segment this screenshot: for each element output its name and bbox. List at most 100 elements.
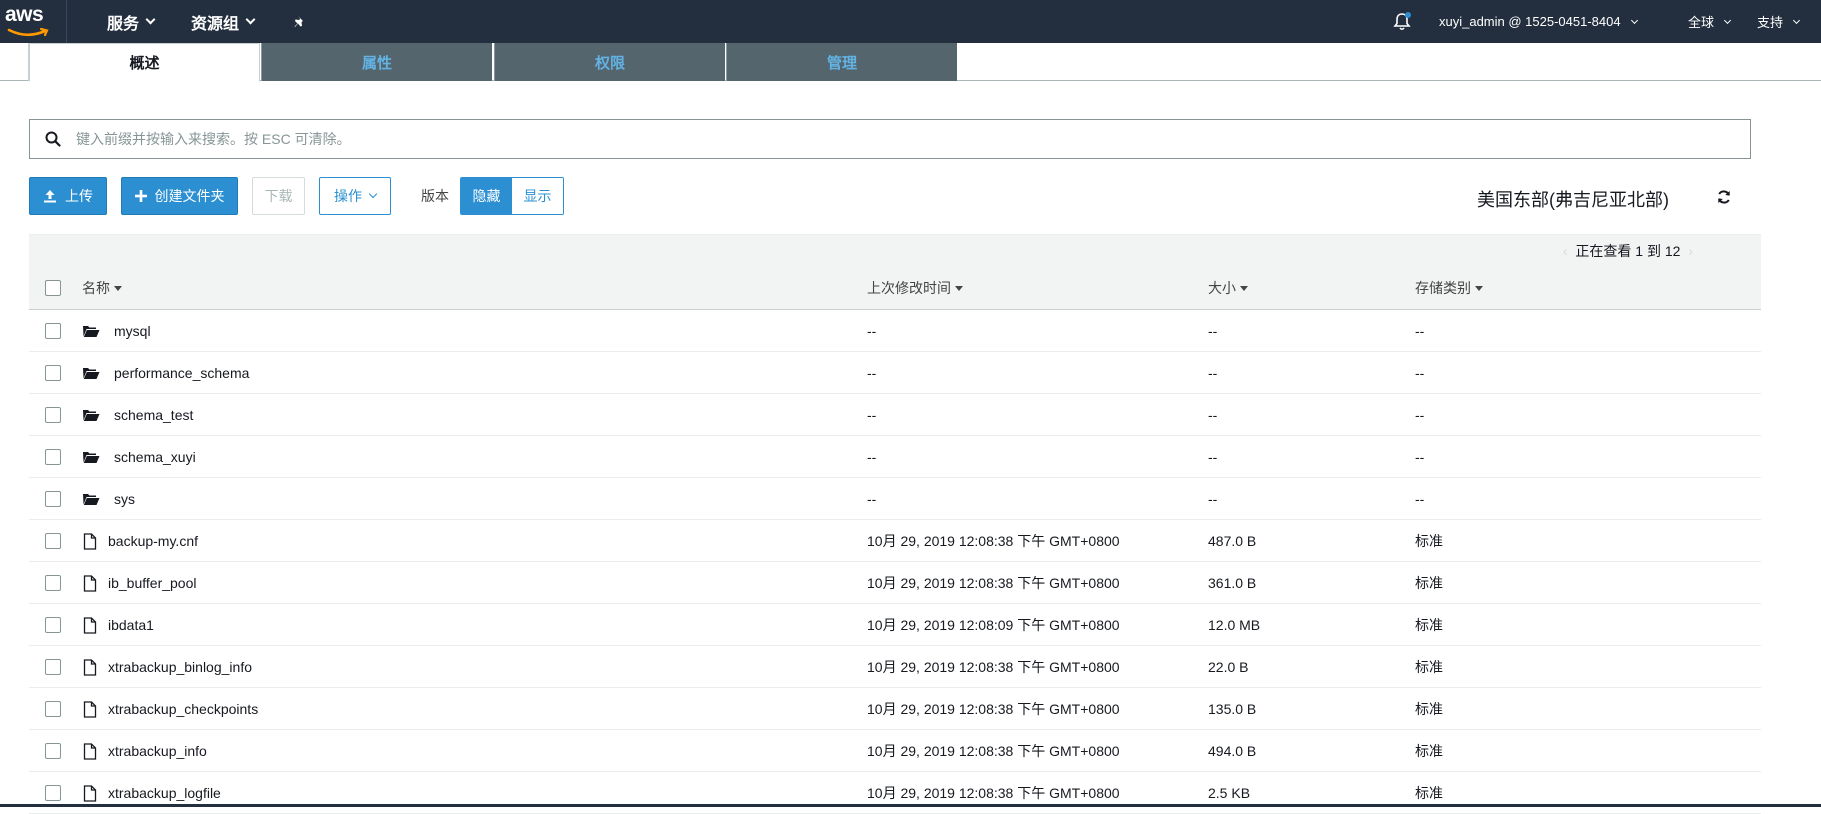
row-checkbox[interactable] — [45, 407, 61, 423]
actions-dropdown[interactable]: 操作 — [319, 177, 391, 215]
last-modified-cell: 10月 29, 2019 12:08:38 下午 GMT+0800 — [867, 743, 1120, 759]
resource-groups-menu[interactable]: 资源组 — [191, 0, 256, 43]
size-cell: 361.0 B — [1208, 575, 1257, 591]
object-name-cell: ibdata1 — [83, 604, 154, 646]
object-name-link[interactable]: ib_buffer_pool — [108, 562, 196, 604]
pin-button[interactable] — [293, 0, 307, 43]
column-header-modified[interactable]: 上次修改时间 — [867, 266, 963, 310]
table-row[interactable]: ib_buffer_pool 10月 29, 2019 12:08:38 下午 G… — [29, 562, 1761, 604]
create-folder-button[interactable]: 创建文件夹 — [121, 177, 238, 215]
size-cell: -- — [1208, 407, 1218, 423]
chevron-down-icon — [1723, 16, 1732, 24]
table-row[interactable]: xtrabackup_checkpoints 10月 29, 2019 12:08… — [29, 688, 1761, 730]
plus-icon — [134, 190, 147, 202]
table-row[interactable]: schema_xuyi -- -- -- — [29, 436, 1761, 478]
file-icon — [83, 574, 97, 592]
object-name-link[interactable]: ibdata1 — [108, 604, 154, 646]
row-checkbox[interactable] — [45, 449, 61, 465]
table-row[interactable]: backup-my.cnf 10月 29, 2019 12:08:38 下午 GM… — [29, 520, 1761, 562]
table-row[interactable]: sys -- -- -- — [29, 478, 1761, 520]
tab-properties[interactable]: 属性 — [261, 43, 492, 81]
tab-spacer — [0, 43, 29, 81]
column-header-label: 存储类别 — [1415, 280, 1471, 296]
object-name-link[interactable]: schema_test — [114, 394, 193, 436]
row-checkbox[interactable] — [45, 533, 61, 549]
search-input[interactable] — [76, 121, 1750, 157]
pin-icon — [294, 15, 303, 27]
object-name-link[interactable]: mysql — [114, 310, 151, 352]
row-checkbox[interactable] — [45, 491, 61, 507]
row-checkbox[interactable] — [45, 785, 61, 801]
services-menu[interactable]: 服务 — [107, 0, 156, 43]
table-row[interactable]: mysql -- -- -- — [29, 310, 1761, 352]
support-menu[interactable]: 支持 — [1757, 0, 1801, 43]
object-name-link[interactable]: xtrabackup_binlog_info — [108, 646, 252, 688]
size-cell: 2.5 KB — [1208, 785, 1251, 801]
download-button[interactable]: 下载 — [252, 177, 305, 215]
row-checkbox[interactable] — [45, 617, 61, 633]
create-folder-label: 创建文件夹 — [154, 188, 225, 204]
object-name-link[interactable]: schema_xuyi — [114, 436, 196, 478]
last-modified-cell: -- — [867, 407, 877, 423]
hide-versions-button[interactable]: 隐藏 — [461, 178, 512, 214]
column-header-storage-class[interactable]: 存储类别 — [1415, 266, 1483, 310]
storage-class-cell: 标准 — [1415, 659, 1443, 675]
table-row[interactable]: xtrabackup_binlog_info 10月 29, 2019 12:08… — [29, 646, 1761, 688]
last-modified-cell: -- — [867, 491, 877, 507]
aws-logo[interactable]: aws — [5, 4, 51, 39]
next-page-icon[interactable]: › — [1684, 243, 1697, 259]
object-name-cell: ib_buffer_pool — [83, 562, 196, 604]
file-icon — [83, 784, 97, 802]
object-name-link[interactable]: performance_schema — [114, 352, 249, 394]
last-modified-cell: 10月 29, 2019 12:08:38 下午 GMT+0800 — [867, 659, 1120, 675]
object-name-link[interactable]: xtrabackup_logfile — [108, 772, 221, 814]
column-header-name[interactable]: 名称 — [82, 266, 122, 310]
object-name-cell: backup-my.cnf — [83, 520, 198, 562]
table-row[interactable]: performance_schema -- -- -- — [29, 352, 1761, 394]
region-label: 全球 — [1688, 15, 1715, 30]
storage-class-cell: 标准 — [1415, 617, 1443, 633]
refresh-button[interactable] — [1716, 189, 1732, 210]
chevron-down-icon — [368, 189, 378, 199]
show-versions-button[interactable]: 显示 — [512, 178, 563, 214]
account-menu[interactable]: xuyi_admin @ 1525-0451-8404 — [1439, 0, 1638, 43]
object-name-link[interactable]: xtrabackup_checkpoints — [108, 688, 258, 730]
region-menu[interactable]: 全球 — [1688, 0, 1732, 43]
upload-button[interactable]: 上传 — [29, 177, 107, 215]
last-modified-cell: 10月 29, 2019 12:08:38 下午 GMT+0800 — [867, 575, 1120, 591]
tab-overview[interactable]: 概述 — [29, 43, 260, 82]
row-checkbox[interactable] — [45, 743, 61, 759]
folder-icon — [82, 366, 100, 380]
table-row[interactable]: schema_test -- -- -- — [29, 394, 1761, 436]
file-icon — [83, 616, 97, 634]
folder-icon — [82, 324, 100, 338]
size-cell: -- — [1208, 323, 1218, 339]
tab-management[interactable]: 管理 — [726, 43, 957, 81]
notifications-button[interactable] — [1392, 0, 1412, 43]
column-header-size[interactable]: 大小 — [1208, 266, 1248, 310]
row-checkbox[interactable] — [45, 365, 61, 381]
size-cell: 135.0 B — [1208, 701, 1257, 717]
table-row[interactable]: xtrabackup_info 10月 29, 2019 12:08:38 下午 … — [29, 730, 1761, 772]
tab-permissions[interactable]: 权限 — [494, 43, 725, 81]
previous-page-icon[interactable]: ‹ — [1559, 243, 1572, 259]
table-row[interactable]: ibdata1 10月 29, 2019 12:08:09 下午 GMT+0800… — [29, 604, 1761, 646]
row-checkbox[interactable] — [45, 701, 61, 717]
column-header-label: 上次修改时间 — [867, 280, 951, 296]
object-name-link[interactable]: backup-my.cnf — [108, 520, 198, 562]
file-icon — [83, 658, 97, 676]
tab-label: 概述 — [129, 55, 160, 72]
tab-bar: 概述 属性 权限 管理 — [0, 43, 1821, 82]
resource-groups-label: 资源组 — [191, 15, 240, 33]
storage-class-cell: -- — [1415, 365, 1425, 381]
size-cell: 22.0 B — [1208, 659, 1249, 675]
row-checkbox[interactable] — [45, 323, 61, 339]
object-name-link[interactable]: sys — [114, 478, 135, 520]
row-checkbox[interactable] — [45, 575, 61, 591]
sort-caret-icon — [114, 285, 122, 291]
row-checkbox[interactable] — [45, 659, 61, 675]
object-name-link[interactable]: xtrabackup_info — [108, 730, 207, 772]
table-row[interactable]: xtrabackup_logfile 10月 29, 2019 12:08:38 … — [29, 772, 1761, 814]
last-modified-cell: 10月 29, 2019 12:08:09 下午 GMT+0800 — [867, 617, 1120, 633]
select-all-checkbox[interactable] — [45, 280, 61, 296]
